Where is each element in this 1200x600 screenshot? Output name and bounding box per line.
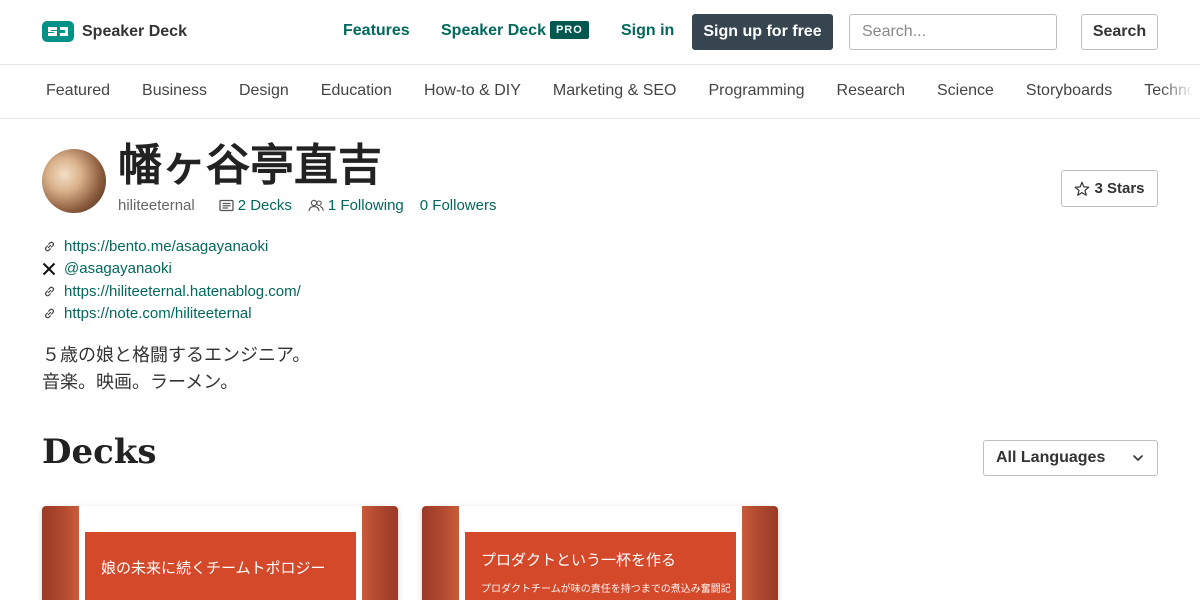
link-icon	[42, 307, 56, 321]
deck-card[interactable]: 娘の未来に続くチームトポロジー	[42, 506, 398, 600]
bio-line: 音楽。映画。ラーメン。	[42, 372, 239, 392]
profile-bio: ５歳の娘と格闘するエンジニア。 音楽。映画。ラーメン。	[42, 342, 310, 396]
deck-thumbnail: プロダクトという一杯を作る プロダクトチームが味の責任を持つまでの煮込み奮闘記	[459, 506, 742, 600]
profile-name: 幡ヶ谷亭直吉	[118, 141, 382, 190]
logo-text: Speaker Deck	[82, 22, 187, 40]
avatar	[42, 149, 106, 213]
profile-links: https://bento.me/asagayanaoki @asagayana…	[42, 235, 301, 325]
nav-features-link[interactable]: Features	[343, 22, 410, 40]
slides-icon	[219, 199, 234, 212]
deck-card[interactable]: プロダクトという一杯を作る プロダクトチームが味の責任を持つまでの煮込み奮闘記	[422, 506, 778, 600]
decks-count: 2 Decks	[237, 197, 292, 214]
nav-speakerdeck-pro-link[interactable]: Speaker Deck PRO	[441, 21, 589, 40]
profile-link-x[interactable]: @asagayanaoki	[64, 260, 172, 277]
chevron-down-icon	[1133, 455, 1143, 461]
category-bar: Featured Business Design Education How-t…	[0, 65, 1200, 119]
category-design[interactable]: Design	[239, 82, 289, 100]
category-storyboards[interactable]: Storyboards	[1026, 82, 1112, 100]
profile-username: hiliteeternal	[118, 197, 195, 214]
signup-button[interactable]: Sign up for free	[692, 14, 833, 50]
link-icon	[42, 284, 56, 298]
profile-link-row: https://note.com/hiliteeternal	[42, 303, 301, 326]
nav-signin-link[interactable]: Sign in	[621, 22, 674, 40]
category-education[interactable]: Education	[321, 82, 392, 100]
category-research[interactable]: Research	[837, 82, 905, 100]
following-link[interactable]: 1 Following	[308, 197, 404, 214]
category-list: Featured Business Design Education How-t…	[46, 82, 1200, 100]
language-select-value: All Languages	[996, 449, 1106, 466]
profile-link-note[interactable]: https://note.com/hiliteeternal	[64, 305, 252, 322]
profile-link-hatena[interactable]: https://hiliteeternal.hatenablog.com/	[64, 283, 301, 300]
x-icon	[42, 262, 56, 276]
category-business[interactable]: Business	[142, 82, 207, 100]
top-header: Speaker Deck Features Speaker Deck PRO Si…	[0, 0, 1200, 65]
deck-slide: 娘の未来に続くチームトポロジー	[85, 532, 356, 600]
profile-link-row: https://bento.me/asagayanaoki	[42, 235, 301, 258]
search-input[interactable]	[849, 14, 1057, 50]
profile-link-row: @asagayanaoki	[42, 258, 301, 281]
category-marketing-seo[interactable]: Marketing & SEO	[553, 82, 677, 100]
link-icon	[42, 239, 56, 253]
category-science[interactable]: Science	[937, 82, 994, 100]
followers-count: 0 Followers	[419, 197, 497, 214]
speakerdeck-logo-icon	[42, 21, 74, 42]
stars-count: 3 Stars	[1094, 180, 1145, 197]
logo[interactable]: Speaker Deck	[42, 21, 187, 42]
deck-thumbnail: 娘の未来に続くチームトポロジー	[79, 506, 362, 600]
category-featured[interactable]: Featured	[46, 82, 110, 100]
profile-link-row: https://hiliteeternal.hatenablog.com/	[42, 280, 301, 303]
deck-title: 娘の未来に続くチームトポロジー	[101, 560, 326, 577]
decks-heading: Decks	[42, 432, 157, 472]
language-select[interactable]: All Languages	[983, 440, 1158, 476]
search-button[interactable]: Search	[1081, 14, 1158, 50]
nav-speakerdeck-pro-label: Speaker Deck	[441, 22, 546, 39]
category-how-to-diy[interactable]: How-to & DIY	[424, 82, 521, 100]
deck-title: プロダクトという一杯を作る	[481, 552, 677, 569]
pro-badge: PRO	[549, 21, 589, 39]
deck-subtitle: プロダクトチームが味の責任を持つまでの煮込み奮闘記	[481, 584, 731, 595]
profile-link-bento[interactable]: https://bento.me/asagayanaoki	[64, 238, 268, 255]
star-icon	[1075, 181, 1090, 196]
deck-slide: プロダクトという一杯を作る プロダクトチームが味の責任を持つまでの煮込み奮闘記	[465, 532, 736, 600]
people-icon	[308, 199, 324, 212]
category-programming[interactable]: Programming	[708, 82, 804, 100]
category-fade	[1160, 65, 1200, 118]
followers-link[interactable]: 0 Followers	[420, 197, 497, 214]
following-count: 1 Following	[327, 197, 404, 214]
decks-count-link[interactable]: 2 Decks	[219, 197, 292, 214]
bio-line: ５歳の娘と格闘するエンジニア。	[42, 345, 311, 365]
stars-button[interactable]: 3 Stars	[1061, 170, 1158, 207]
profile-meta: hiliteeternal 2 Decks 1 Following 0 Foll…	[118, 197, 512, 214]
